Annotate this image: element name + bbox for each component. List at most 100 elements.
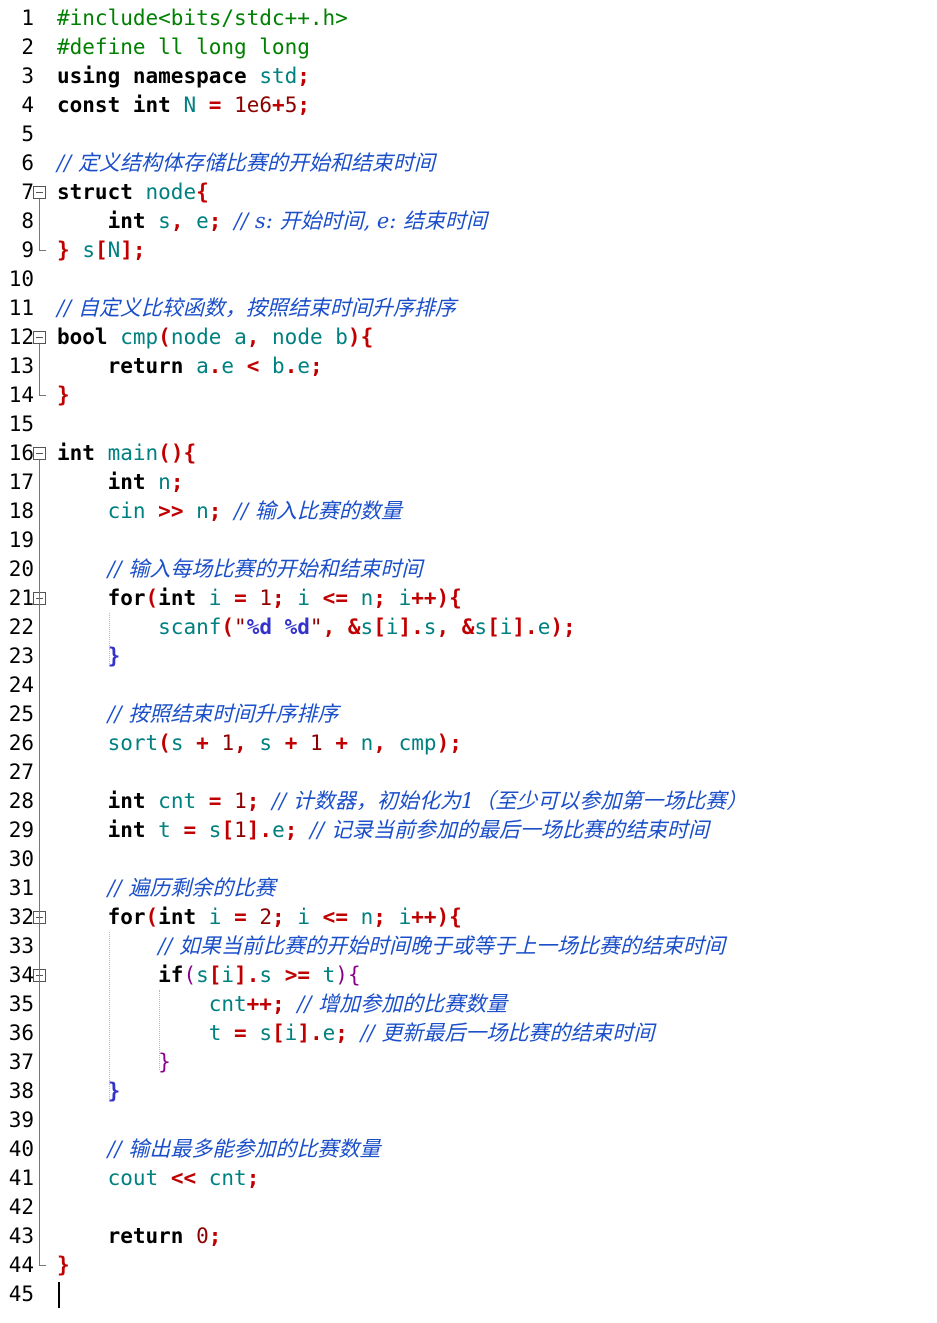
code-comment: // 增加参加的比赛数量 <box>297 992 508 1016</box>
code-line[interactable]: #define ll long long <box>57 33 310 62</box>
line-number: 10 <box>8 267 34 291</box>
code-line[interactable]: t = s[i].e; // 更新最后一场比赛的结束时间 <box>57 1019 655 1048</box>
code-line[interactable]: bool cmp(node a, node b){ <box>57 323 373 352</box>
code-line[interactable]: int t = s[1].e; // 记录当前参加的最后一场比赛的结束时间 <box>57 816 709 845</box>
code-line[interactable]: for(int i = 1; i <= n; i++){ <box>57 584 462 613</box>
fold-toggle-icon[interactable] <box>33 447 46 460</box>
code-line[interactable]: // 如果当前比赛的开始时间晚于或等于上一场比赛的结束时间 <box>57 932 725 961</box>
code-token: (){ <box>158 441 197 465</box>
code-line[interactable]: int s, e; // s: 开始时间, e: 结束时间 <box>57 207 487 236</box>
line-number: 31 <box>8 876 34 900</box>
code-line[interactable]: const int N = 1e6+5; <box>57 91 310 120</box>
code-token: n <box>360 731 374 755</box>
code-editor[interactable]: 1 2 3 4 5 6 7 8 9 10 11 12 13 14 15 16 17 18 19 20 21 22 23 24 2… <box>0 0 937 1323</box>
code-token: + <box>335 731 348 755</box>
code-token: [ <box>487 615 500 639</box>
code-line[interactable]: cout << cnt; <box>57 1164 260 1193</box>
code-token: " <box>309 615 323 639</box>
code-token: cin <box>107 499 146 523</box>
line-number: 21 <box>8 586 34 610</box>
code-line[interactable]: // 输入每场比赛的开始和结束时间 <box>57 555 423 584</box>
code-line[interactable]: int n; <box>57 468 184 497</box>
code-line[interactable]: cin >> n; // 输入比赛的数量 <box>57 497 402 526</box>
code-token: } <box>57 383 70 407</box>
line-number: 41 <box>8 1166 34 1190</box>
code-token: cout <box>107 1166 159 1190</box>
code-token: ; <box>246 789 260 813</box>
code-token: ; <box>208 1224 222 1248</box>
code-line[interactable]: return 0; <box>57 1222 222 1251</box>
code-line[interactable]: scanf("%d %d", &s[i].s, &s[i].e); <box>57 613 575 642</box>
code-line[interactable]: sort(s + 1, s + 1 + n, cmp); <box>57 729 462 758</box>
code-token: ; <box>284 818 298 842</box>
code-comment: // 更新最后一场比赛的结束时间 <box>360 1021 655 1045</box>
line-number: 8 <box>21 209 34 233</box>
code-line[interactable]: int cnt = 1; // 计数器，初始化为1（至少可以参加第一场比赛） <box>57 787 748 816</box>
fold-toggle-icon[interactable] <box>33 186 46 199</box>
fold-range-line <box>39 199 40 250</box>
code-line[interactable]: // 输出最多能参加的比赛数量 <box>57 1135 381 1164</box>
line-number: 27 <box>8 760 34 784</box>
code-token: for <box>107 905 146 929</box>
code-comment: // 遍历剩余的比赛 <box>107 876 276 900</box>
code-comment: // s: 开始时间, e: 结束时间 <box>234 209 487 233</box>
code-line[interactable]: } <box>57 1048 171 1077</box>
code-token: ]. <box>297 1021 323 1045</box>
code-line[interactable]: } <box>57 1077 121 1106</box>
code-token: e <box>196 209 209 233</box>
code-token: + <box>196 731 209 755</box>
code-token: 1 <box>221 731 235 755</box>
text-caret <box>58 1282 60 1308</box>
code-token: = <box>234 586 247 610</box>
code-line[interactable]: } s[N]; <box>57 236 146 265</box>
code-line[interactable]: // 遍历剩余的比赛 <box>57 874 276 903</box>
code-token: e <box>537 615 551 639</box>
code-line[interactable]: // 自定义比较函数，按照结束时间升序排序 <box>57 294 456 323</box>
code-token: #define ll long long <box>57 35 310 59</box>
code-line[interactable]: } <box>57 381 70 410</box>
code-line[interactable]: // 按照结束时间升序排序 <box>57 700 339 729</box>
code-line[interactable]: } <box>57 642 121 671</box>
code-line[interactable]: } <box>57 1251 70 1280</box>
indent-guide <box>108 932 110 1099</box>
code-line[interactable]: int main(){ <box>57 439 196 468</box>
code-token: , <box>373 731 386 755</box>
code-token: ; <box>373 586 386 610</box>
code-line[interactable]: return a.e < b.e; <box>57 352 323 381</box>
code-line[interactable]: struct node{ <box>57 178 209 207</box>
code-line[interactable]: cnt++; // 增加参加的比赛数量 <box>57 990 507 1019</box>
code-token: cnt <box>158 789 197 813</box>
code-token: ; <box>208 499 222 523</box>
code-line[interactable]: #include<bits/stdc++.h> <box>57 4 348 33</box>
code-area[interactable]: #include<bits/stdc++.h> #define ll long l… <box>57 0 937 1323</box>
code-line[interactable]: using namespace std; <box>57 62 310 91</box>
line-number: 13 <box>8 354 34 378</box>
code-token: #include<bits/stdc++.h> <box>57 6 348 30</box>
line-number: 9 <box>21 238 34 262</box>
code-line[interactable]: // 定义结构体存储比赛的开始和结束时间 <box>57 149 435 178</box>
line-number: 25 <box>8 702 34 726</box>
code-line[interactable]: if(s[i].s >= t){ <box>57 961 360 990</box>
code-comment: // 自定义比较函数，按照结束时间升序排序 <box>57 296 456 320</box>
code-line[interactable]: for(int i = 2; i <= n; i++){ <box>57 903 462 932</box>
code-token: s <box>158 209 171 233</box>
fold-toggle-icon[interactable] <box>33 331 46 344</box>
